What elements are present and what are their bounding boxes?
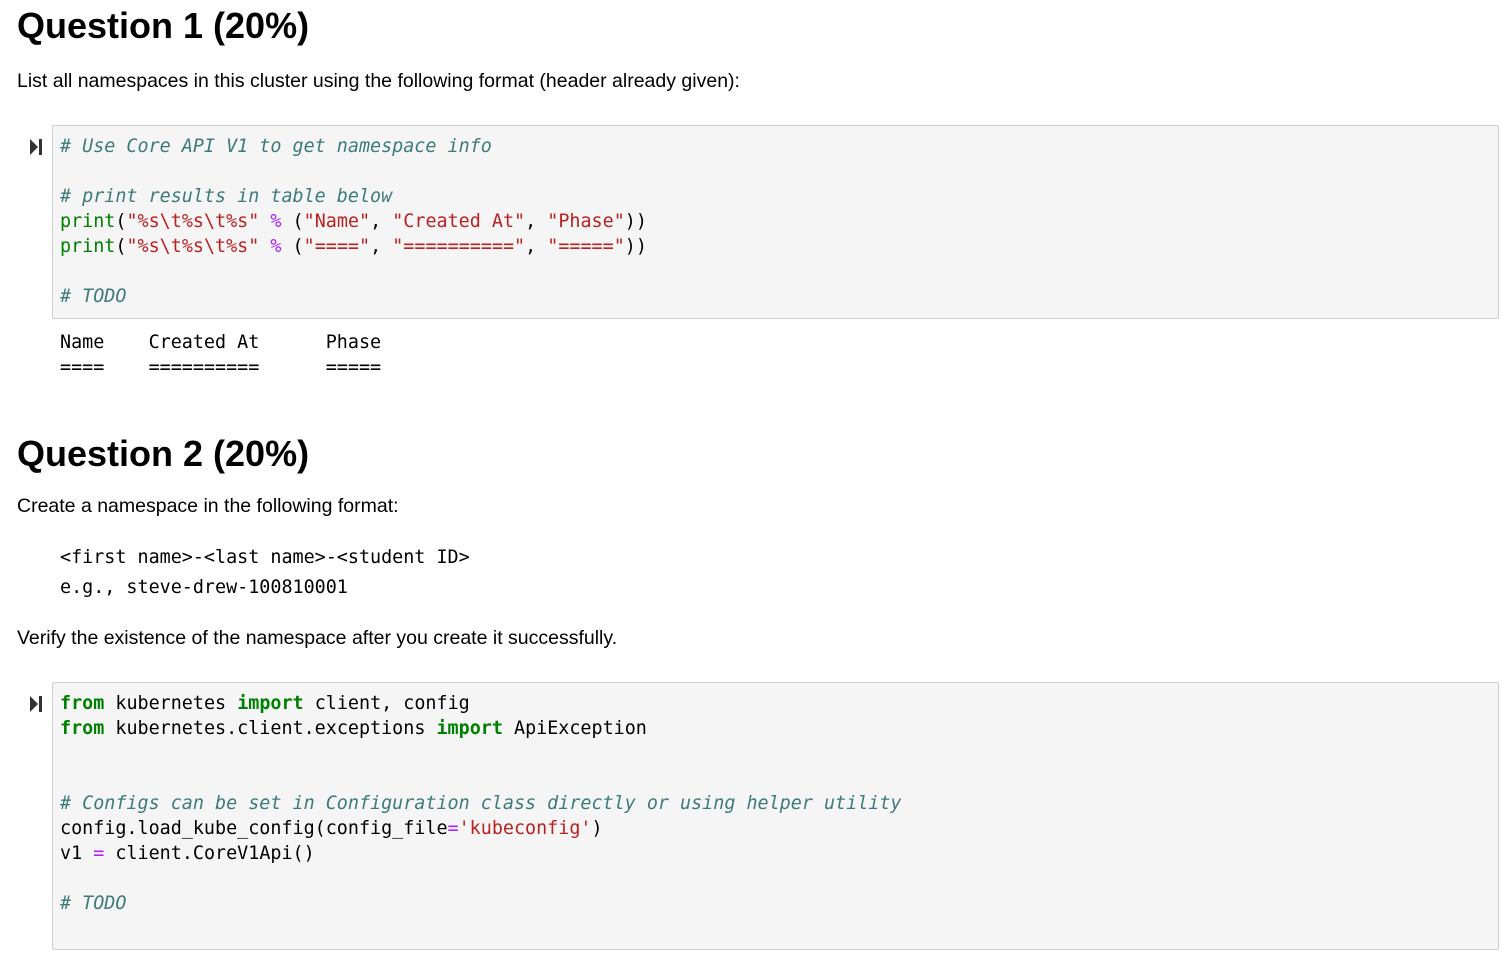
code-cell-q2[interactable]: from kubernetes import client, config fr… [52,682,1499,950]
code-builtin: print [60,236,116,257]
code-keyword: import [237,693,304,714]
code-string: "Name" [303,211,371,232]
code-editor-q1[interactable]: # Use Core API V1 to get namespace info … [53,126,1498,309]
code-call: client.CoreV1Api() [115,843,315,864]
code-comment: # TODO [60,286,127,307]
code-names: client, config [314,693,470,714]
code-comment: # TODO [60,893,127,914]
code-editor-q2[interactable]: from kubernetes import client, config fr… [53,683,1498,916]
code-keyword: import [436,718,503,739]
code-cell-q1[interactable]: # Use Core API V1 to get namespace info … [52,125,1499,319]
verify-text: Verify the existence of the namespace af… [17,627,618,649]
question-1-title: Question 1 (20%) [17,5,310,46]
question-2-description: Create a namespace in the following form… [17,495,399,517]
example-line: e.g., steve-drew-100810001 [60,577,348,598]
code-module: kubernetes [115,693,227,714]
code-string: "Phase" [547,211,625,232]
code-string: "====" [303,236,371,257]
code-comment: # print results in table below [60,186,393,207]
cell-output-q1: Name Created At Phase ==== ========== ==… [60,330,381,380]
code-module: kubernetes.client.exceptions [115,718,426,739]
code-string: "%s\t%s\t%s" [126,236,260,257]
code-string: "=====" [547,236,625,257]
question-2-title: Question 2 (20%) [17,433,310,474]
namespace-format-block: <first name>-<last name>-<student ID> e.… [60,543,470,603]
code-operator: = [447,818,459,839]
code-names: ApiException [514,718,647,739]
output-header-line: Name Created At Phase [60,332,382,353]
code-keyword: from [60,693,105,714]
format-line: <first name>-<last name>-<student ID> [60,547,470,568]
code-keyword: from [60,718,105,739]
code-comment: # Use Core API V1 to get namespace info [60,136,492,157]
code-operator: % [270,236,282,257]
code-builtin: print [60,211,116,232]
output-underline-line: ==== ========== ===== [60,357,382,378]
code-operator: = [93,843,105,864]
run-cell-icon[interactable] [29,695,43,713]
code-operator: % [270,211,282,232]
code-string: "==========" [392,236,526,257]
code-string: 'kubeconfig' [458,818,592,839]
code-call: config.load_kube_config(config_file [60,818,448,839]
code-comment: # Configs can be set in Configuration cl… [60,793,902,814]
code-variable: v1 [60,843,83,864]
run-cell-icon[interactable] [29,138,43,156]
code-string: "%s\t%s\t%s" [126,211,260,232]
question-1-description: List all namespaces in this cluster usin… [17,70,740,92]
code-paren: ) [591,818,603,839]
code-string: "Created At" [392,211,526,232]
